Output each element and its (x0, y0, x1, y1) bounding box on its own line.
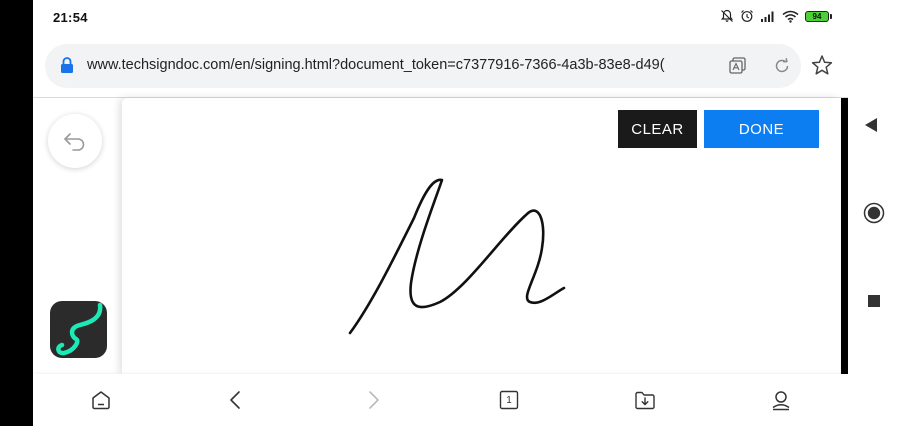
tabs-icon[interactable]: 1 (497, 388, 521, 412)
signature-panel: CLEAR DONE (122, 98, 840, 374)
lock-icon (61, 57, 73, 73)
profile-icon[interactable] (769, 388, 793, 412)
tab-count: 1 (506, 394, 512, 406)
status-bar: 21:54 94 (33, 0, 848, 36)
battery-icon: 94 (805, 10, 832, 22)
forward-icon[interactable] (361, 388, 385, 412)
app-logo[interactable] (50, 301, 107, 358)
done-button[interactable]: DONE (704, 110, 819, 148)
undo-button[interactable] (48, 114, 102, 168)
alarm-icon (741, 10, 753, 22)
translate-icon[interactable] (728, 56, 748, 76)
star-icon[interactable] (811, 54, 833, 76)
device-left-edge (0, 0, 33, 426)
battery-level: 94 (805, 10, 829, 22)
wifi-icon (782, 10, 799, 23)
status-time: 21:54 (53, 10, 88, 25)
recents-square-icon[interactable] (867, 294, 881, 308)
reload-icon[interactable] (772, 56, 792, 76)
url-text[interactable]: www.techsigndoc.com/en/signing.html?docu… (87, 57, 705, 73)
downloads-icon[interactable] (633, 388, 657, 412)
content-right-edge (841, 98, 848, 374)
signature-stroke (348, 178, 566, 335)
home-circle-icon[interactable] (863, 202, 885, 224)
back-icon[interactable] (224, 388, 248, 412)
browser-screen: 21:54 94 www.techsigndoc.com/en/signing.… (33, 0, 848, 426)
address-bar[interactable]: www.techsigndoc.com/en/signing.html?docu… (45, 44, 801, 88)
back-triangle-icon[interactable] (862, 116, 880, 134)
bottom-nav: 1 (33, 374, 848, 426)
undo-icon (64, 133, 85, 151)
home-icon[interactable] (89, 388, 113, 412)
clear-button[interactable]: CLEAR (618, 110, 697, 148)
signature-logo-icon (56, 302, 103, 356)
system-nav (848, 0, 900, 426)
bell-off-icon (720, 9, 734, 22)
signal-icon (761, 11, 774, 22)
status-icons: 94 (720, 9, 832, 23)
web-content: CLEAR DONE (33, 98, 848, 374)
